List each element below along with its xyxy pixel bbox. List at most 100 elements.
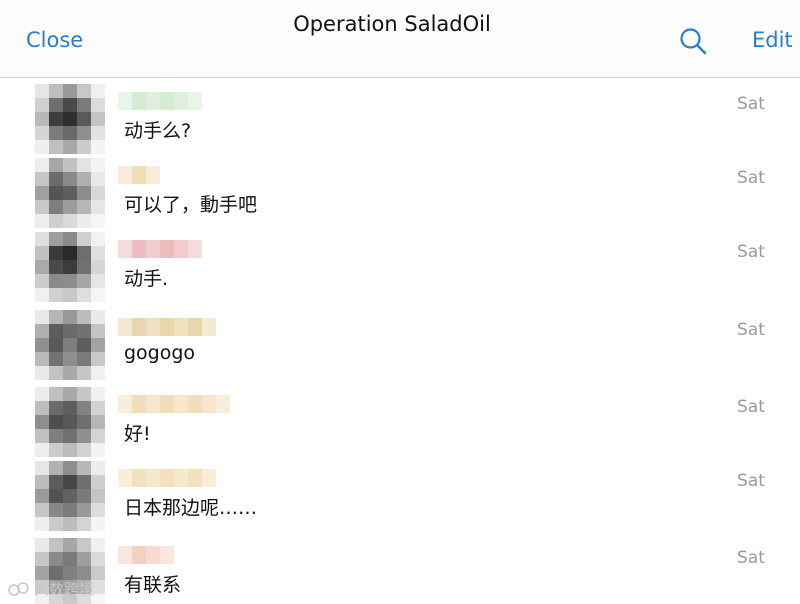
avatar-pixel (91, 461, 105, 475)
message-row[interactable]: 好! Sat (0, 383, 800, 459)
avatar-pixel (49, 112, 63, 126)
avatar-pixel (63, 200, 77, 214)
avatar-pixel (77, 366, 91, 380)
avatar-pixel (49, 288, 63, 302)
avatar-pixel (35, 443, 49, 457)
avatar-pixel (63, 214, 77, 228)
avatar-pixel (91, 429, 105, 443)
avatar-pixel (77, 475, 91, 489)
avatar-pixel (77, 401, 91, 415)
avatar-pixel (91, 232, 105, 246)
avatar-pixel (49, 538, 63, 552)
sender-name-pixel (132, 546, 146, 564)
avatar-pixel (91, 200, 105, 214)
message-text: 有联系 (124, 574, 182, 596)
avatar-pixel (49, 186, 63, 200)
avatar-pixel (91, 274, 105, 288)
sender-name-blurred (118, 469, 216, 487)
avatar-pixel (91, 352, 105, 366)
avatar-pixel (91, 489, 105, 503)
avatar-pixel (91, 126, 105, 140)
sender-name-pixel (160, 469, 174, 487)
avatar-pixel (35, 324, 49, 338)
avatar-pixel (91, 503, 105, 517)
conversation-title: Operation SaladOil (293, 12, 491, 36)
avatar-pixel (63, 274, 77, 288)
avatar-pixel (91, 172, 105, 186)
message-time: Sat (737, 471, 765, 491)
message-list: 动手么? Sat 可以了，動手吧 Sat 动手. Sat gogogo Sat … (0, 78, 800, 604)
avatar-pixel (35, 200, 49, 214)
sender-name-pixel (146, 240, 160, 258)
avatar-pixel (77, 538, 91, 552)
search-icon[interactable] (678, 26, 708, 56)
message-row[interactable]: 动手. Sat (0, 228, 800, 304)
sender-name-pixel (160, 546, 174, 564)
sender-name-blurred (118, 92, 202, 110)
avatar-pixel (63, 232, 77, 246)
avatar-pixel (91, 338, 105, 352)
avatar-pixel (35, 158, 49, 172)
message-row[interactable]: 日本那边呢…… Sat (0, 457, 800, 533)
sender-name-pixel (146, 469, 160, 487)
sender-name-pixel (174, 469, 188, 487)
avatar-pixel (35, 232, 49, 246)
avatar-pixel (63, 324, 77, 338)
avatar-pixel (35, 338, 49, 352)
sender-name-pixel (174, 318, 188, 336)
avatar-pixel (49, 232, 63, 246)
avatar-pixel (77, 186, 91, 200)
avatar-pixel (77, 517, 91, 531)
avatar (35, 461, 105, 531)
avatar-pixel (63, 288, 77, 302)
avatar-pixel (63, 246, 77, 260)
avatar-pixel (91, 475, 105, 489)
avatar-pixel (49, 246, 63, 260)
avatar-pixel (63, 552, 77, 566)
edit-button[interactable]: Edit (752, 28, 793, 52)
avatar-pixel (91, 401, 105, 415)
avatar (35, 158, 105, 228)
avatar (35, 84, 105, 154)
message-row[interactable]: 可以了，動手吧 Sat (0, 154, 800, 230)
message-text: 动手. (124, 268, 169, 290)
avatar-pixel (35, 140, 49, 154)
avatar-pixel (77, 310, 91, 324)
message-text: 日本那边呢…… (124, 497, 258, 519)
avatar-pixel (77, 338, 91, 352)
message-text: 动手么? (124, 120, 192, 142)
message-row[interactable]: gogogo Sat (0, 306, 800, 382)
avatar-pixel (35, 352, 49, 366)
avatar-pixel (63, 172, 77, 186)
avatar-pixel (77, 112, 91, 126)
sender-name-pixel (216, 395, 230, 413)
avatar-pixel (63, 461, 77, 475)
sender-name-blurred (118, 240, 202, 258)
message-row[interactable]: 有联系 Sat (0, 534, 800, 604)
avatar-pixel (77, 489, 91, 503)
avatar-pixel (49, 338, 63, 352)
sender-name-pixel (174, 92, 188, 110)
message-row[interactable]: 动手么? Sat (0, 80, 800, 156)
avatar-pixel (35, 310, 49, 324)
avatar-pixel (35, 415, 49, 429)
avatar-pixel (49, 461, 63, 475)
avatar-pixel (49, 158, 63, 172)
message-time: Sat (737, 320, 765, 340)
navigation-bar: Close Operation SaladOil Edit (0, 0, 800, 78)
avatar-pixel (63, 443, 77, 457)
avatar-pixel (77, 387, 91, 401)
sender-name-blurred (118, 546, 174, 564)
avatar (35, 310, 105, 380)
avatar-pixel (91, 112, 105, 126)
sender-name-pixel (188, 92, 202, 110)
avatar (35, 387, 105, 457)
watermark-logo-icon (8, 581, 29, 596)
avatar-pixel (35, 84, 49, 98)
avatar-pixel (49, 366, 63, 380)
avatar-pixel (63, 158, 77, 172)
sender-name-pixel (188, 318, 202, 336)
sender-name-pixel (160, 395, 174, 413)
sender-name-pixel (118, 546, 132, 564)
sender-name-pixel (146, 395, 160, 413)
